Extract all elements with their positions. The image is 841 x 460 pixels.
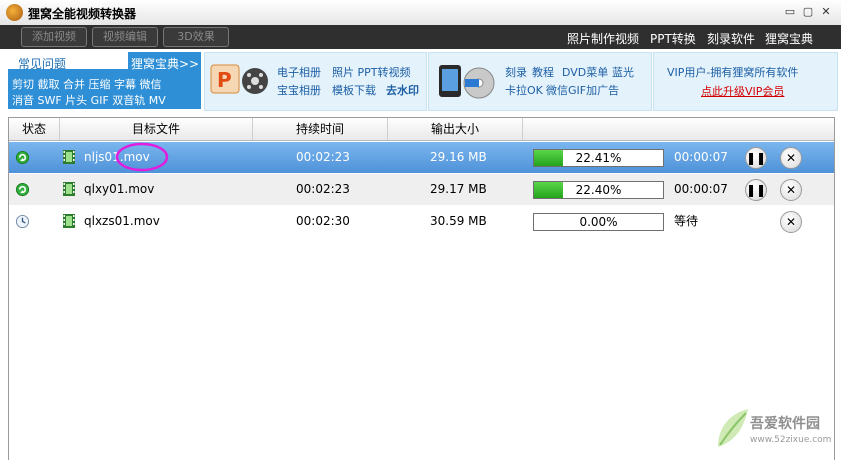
progress-text: 22.41% xyxy=(575,151,622,165)
banner: 常见问题 狸窝宝典>> 剪切 截取 合并 压缩 字幕 微信 消音 SWF 片头 … xyxy=(0,49,841,112)
leaf-logo-icon xyxy=(718,409,748,447)
progress-bar: 22.40% xyxy=(533,181,664,199)
file-name: qlxzs01.mov xyxy=(84,214,160,228)
close-icon: ✕ xyxy=(785,183,797,197)
header-target-file[interactable]: 目标文件 xyxy=(60,118,253,140)
svg-text:P: P xyxy=(217,68,232,92)
add-video-button[interactable]: 添加视频 xyxy=(21,27,87,47)
link-bluray[interactable]: 蓝光 xyxy=(612,64,634,80)
faq-title[interactable]: 常见问题 xyxy=(18,55,66,72)
link-template-download[interactable]: 模板下载 xyxy=(332,82,376,98)
progress-bar: 22.41% xyxy=(533,149,664,167)
window-title: 狸窝全能视频转换器 xyxy=(28,7,137,21)
link-remove-watermark[interactable]: 去水印 xyxy=(386,82,419,98)
elapsed-time: 00:00:07 xyxy=(674,150,728,164)
pause-button[interactable]: ❚❚ xyxy=(745,179,767,201)
header-progress xyxy=(523,118,833,140)
burn-panel: 刻录 教程 DVD菜单 蓝光 卡拉OK 微信GIF加广告 xyxy=(428,52,652,111)
converting-icon xyxy=(15,182,30,197)
pause-icon: ❚❚ xyxy=(746,151,767,165)
converting-icon xyxy=(15,150,30,165)
toolbar: 添加视频 视频编辑 3D效果 照片制作视频 PPT转换 刻录软件 狸窝宝典 xyxy=(0,25,841,49)
progress-text: 22.40% xyxy=(575,183,622,197)
faq-links-row2[interactable]: 消音 SWF 片头 GIF 双音轨 MV xyxy=(12,92,166,108)
link-liwo-guide[interactable]: 狸窝宝典 xyxy=(765,30,813,47)
close-icon: ✕ xyxy=(785,151,797,165)
faq-more-link[interactable]: 狸窝宝典>> xyxy=(131,55,199,72)
video-file-icon xyxy=(63,182,75,196)
output-size: 29.16 MB xyxy=(430,150,487,164)
title-bar: 狸窝全能视频转换器 ▭ ▢ ✕ xyxy=(0,0,841,25)
elapsed-time: 00:00:07 xyxy=(674,182,728,196)
link-ppt-convert[interactable]: PPT转换 xyxy=(650,30,696,47)
link-e-album[interactable]: 电子相册 xyxy=(277,64,321,80)
progress-text: 0.00% xyxy=(579,215,618,229)
faq-box: 常见问题 狸窝宝典>> 剪切 截取 合并 压缩 字幕 微信 消音 SWF 片头 … xyxy=(8,52,201,109)
album-panel: P 电子相册 照片 PPT转视频 宝宝相册 模板下载 去水印 xyxy=(204,52,427,111)
close-window-button[interactable]: ✕ xyxy=(819,5,833,18)
remove-button[interactable]: ✕ xyxy=(780,147,802,169)
progress-bar: 0.00% xyxy=(533,213,664,231)
output-size: 30.59 MB xyxy=(430,214,487,228)
conversion-list: 状态 目标文件 持续时间 输出大小 nljs01.mov 00:02:23 29… xyxy=(8,117,835,460)
link-photo-video[interactable]: 照片制作视频 xyxy=(567,30,639,47)
vip-description: VIP用户-拥有狸窝所有软件 xyxy=(667,66,799,79)
duration: 00:02:23 xyxy=(296,150,350,164)
link-wechat-gif[interactable]: 微信GIF加广告 xyxy=(546,82,619,98)
video-file-icon xyxy=(63,214,75,228)
link-burn[interactable]: 刻录 xyxy=(505,64,527,80)
faq-links-row1[interactable]: 剪切 截取 合并 压缩 字幕 微信 xyxy=(12,76,161,92)
vip-upgrade-link[interactable]: 点此升级VIP会员 xyxy=(701,83,784,99)
duration: 00:02:30 xyxy=(296,214,350,228)
dvd-burn-icon xyxy=(439,65,495,99)
header-output-size[interactable]: 输出大小 xyxy=(388,118,523,140)
remove-button[interactable]: ✕ xyxy=(780,211,802,233)
minimize-button[interactable]: ▭ xyxy=(783,5,797,18)
link-dvd-menu[interactable]: DVD菜单 xyxy=(562,64,608,80)
vip-panel: VIP用户-拥有狸窝所有软件 点此升级VIP会员 xyxy=(653,52,838,111)
header-duration[interactable]: 持续时间 xyxy=(253,118,388,140)
app-logo-icon xyxy=(6,4,23,21)
watermark-url: www.52zixue.com xyxy=(750,435,832,445)
list-header: 状态 目标文件 持续时间 输出大小 xyxy=(9,118,834,141)
table-row[interactable]: qlxy01.mov 00:02:23 29.17 MB 22.40% 00:0… xyxy=(9,174,834,205)
link-karaoke[interactable]: 卡拉OK xyxy=(505,82,543,98)
status-waiting: 等待 xyxy=(674,214,699,228)
video-file-icon xyxy=(63,150,75,164)
site-watermark: 吾爱软件园 www.52zixue.com xyxy=(714,405,834,455)
link-tutorial[interactable]: 教程 xyxy=(532,64,554,80)
watermark-title: 吾爱软件园 xyxy=(750,416,820,432)
maximize-button[interactable]: ▢ xyxy=(801,5,815,18)
ppt-album-icon: P xyxy=(210,64,268,94)
link-photo-ppt[interactable]: 照片 PPT转视频 xyxy=(332,64,410,80)
video-edit-button[interactable]: 视频编辑 xyxy=(92,27,158,47)
annotation-circle xyxy=(115,142,169,172)
link-burn-software[interactable]: 刻录软件 xyxy=(707,30,755,47)
table-row[interactable]: qlxzs01.mov 00:02:30 30.59 MB 0.00% 等待 ✕ xyxy=(9,206,834,237)
clock-icon xyxy=(15,214,30,229)
pause-button[interactable]: ❚❚ xyxy=(745,147,767,169)
3d-effect-button[interactable]: 3D效果 xyxy=(163,27,229,47)
output-size: 29.17 MB xyxy=(430,182,487,196)
file-name: qlxy01.mov xyxy=(84,182,155,196)
header-status[interactable]: 状态 xyxy=(9,118,60,140)
pause-icon: ❚❚ xyxy=(746,183,767,197)
link-baby-album[interactable]: 宝宝相册 xyxy=(277,82,321,98)
duration: 00:02:23 xyxy=(296,182,350,196)
close-icon: ✕ xyxy=(785,215,797,229)
remove-button[interactable]: ✕ xyxy=(780,179,802,201)
table-row[interactable]: nljs01.mov 00:02:23 29.16 MB 22.41% 00:0… xyxy=(9,142,834,173)
